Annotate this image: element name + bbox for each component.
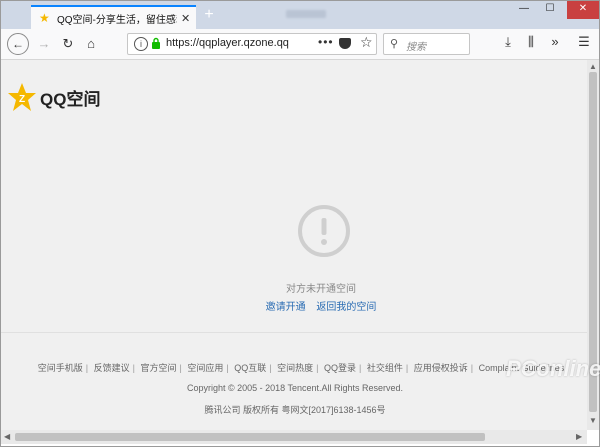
bookmark-star-icon[interactable]: ☆ [360,34,373,51]
footer-link[interactable]: 空间应用 [187,363,223,373]
page-content: Z QQ空间 对方未开通空间 邀请开通 返回我的空间 空间手机版 | 反馈建议 | … [1,60,587,430]
footer-links: 空间手机版 | 反馈建议 | 官方空间 | 空间应用 | QQ互联 | 空间热度 | QQ登… [37,363,565,373]
navigation-bar: ← → ↻ ⌂ i https://qqplayer.qzone.qq ••• … [1,29,599,60]
alert-circle-icon [298,205,350,257]
scroll-down-icon[interactable]: ▼ [589,416,597,425]
browser-window: ★ QQ空间-分享生活，留住感动 ✕ + — ☐ ✕ ← → ↻ ⌂ i htt… [0,0,600,447]
new-tab-button[interactable]: + [201,7,217,23]
search-placeholder: 搜索 [406,42,426,53]
home-button[interactable]: ⌂ [81,34,101,54]
qzone-favicon-icon: ★ [39,11,50,25]
download-icon[interactable]: ⤓ [499,34,517,50]
info-icon[interactable]: i [134,37,148,51]
maximize-button[interactable]: ☐ [539,1,561,19]
horizontal-scrollbar[interactable]: ◀ ▶ [1,430,587,444]
scroll-left-icon[interactable]: ◀ [4,432,10,441]
tab-bar: ★ QQ空间-分享生活，留住感动 ✕ + — ☐ ✕ [1,1,599,29]
search-icon: ⚲ [390,38,399,50]
not-enabled-message: 对方未开通空间 [286,284,356,295]
invite-link[interactable]: 邀请开通 [266,302,306,313]
footer-link[interactable]: 官方空间 [141,363,177,373]
reload-button[interactable]: ↻ [58,34,78,54]
close-window-button[interactable]: ✕ [567,1,599,19]
copyright-text: Copyright © 2005 - 2018 Tencent.All Righ… [186,383,404,393]
footer-link[interactable]: QQ互联 [234,363,266,373]
url-text[interactable]: https://qqplayer.qzone.qq [166,37,301,49]
back-to-my-space-link[interactable]: 返回我的空间 [316,302,376,313]
minimize-button[interactable]: — [513,1,535,19]
scroll-right-icon[interactable]: ▶ [576,432,582,441]
icp-text: 腾讯公司 版权所有 粤网文[2017]6138-1456号 [204,405,386,415]
pocket-icon[interactable] [339,38,351,49]
qzone-logo[interactable]: Z QQ空间 [7,82,100,112]
footer: 空间手机版 | 反馈建议 | 官方空间 | 空间应用 | QQ互联 | 空间热度 | QQ登… [1,332,587,430]
overflow-icon[interactable]: » [546,34,564,49]
footer-link[interactable]: 空间热度 [277,363,313,373]
watermark: PConline [506,356,600,381]
search-box[interactable]: ⚲ 搜索 [383,33,470,55]
svg-text:Z: Z [19,94,25,105]
horizontal-scroll-thumb[interactable] [15,433,485,441]
footer-link[interactable]: 应用侵权投诉 [414,363,468,373]
footer-link[interactable]: 反馈建议 [94,363,130,373]
footer-link[interactable]: 社交组件 [367,363,403,373]
action-links: 邀请开通 返回我的空间 [1,298,587,313]
page-actions-icon[interactable]: ••• [318,35,334,49]
qq-zone-star-logo: Z [8,83,36,111]
menu-icon[interactable]: ☰ [575,34,593,50]
url-bar[interactable]: i https://qqplayer.qzone.qq ••• ☆ [127,33,377,55]
active-tab[interactable]: ★ QQ空间-分享生活，留住感动 ✕ [31,5,196,29]
footer-link[interactable]: QQ登录 [324,363,356,373]
lock-icon [152,37,160,49]
footer-link[interactable]: 空间手机版 [38,363,83,373]
tab-title: QQ空间-分享生活，留住感动 [57,14,177,26]
tab-close-icon[interactable]: ✕ [181,12,190,25]
scroll-up-icon[interactable]: ▲ [589,62,597,71]
back-button[interactable]: ← [7,33,29,55]
logo-text: QQ空间 [40,89,101,109]
blurred-title [286,10,326,18]
library-icon[interactable]: ⫼ [522,34,540,50]
forward-button[interactable]: → [34,34,54,54]
